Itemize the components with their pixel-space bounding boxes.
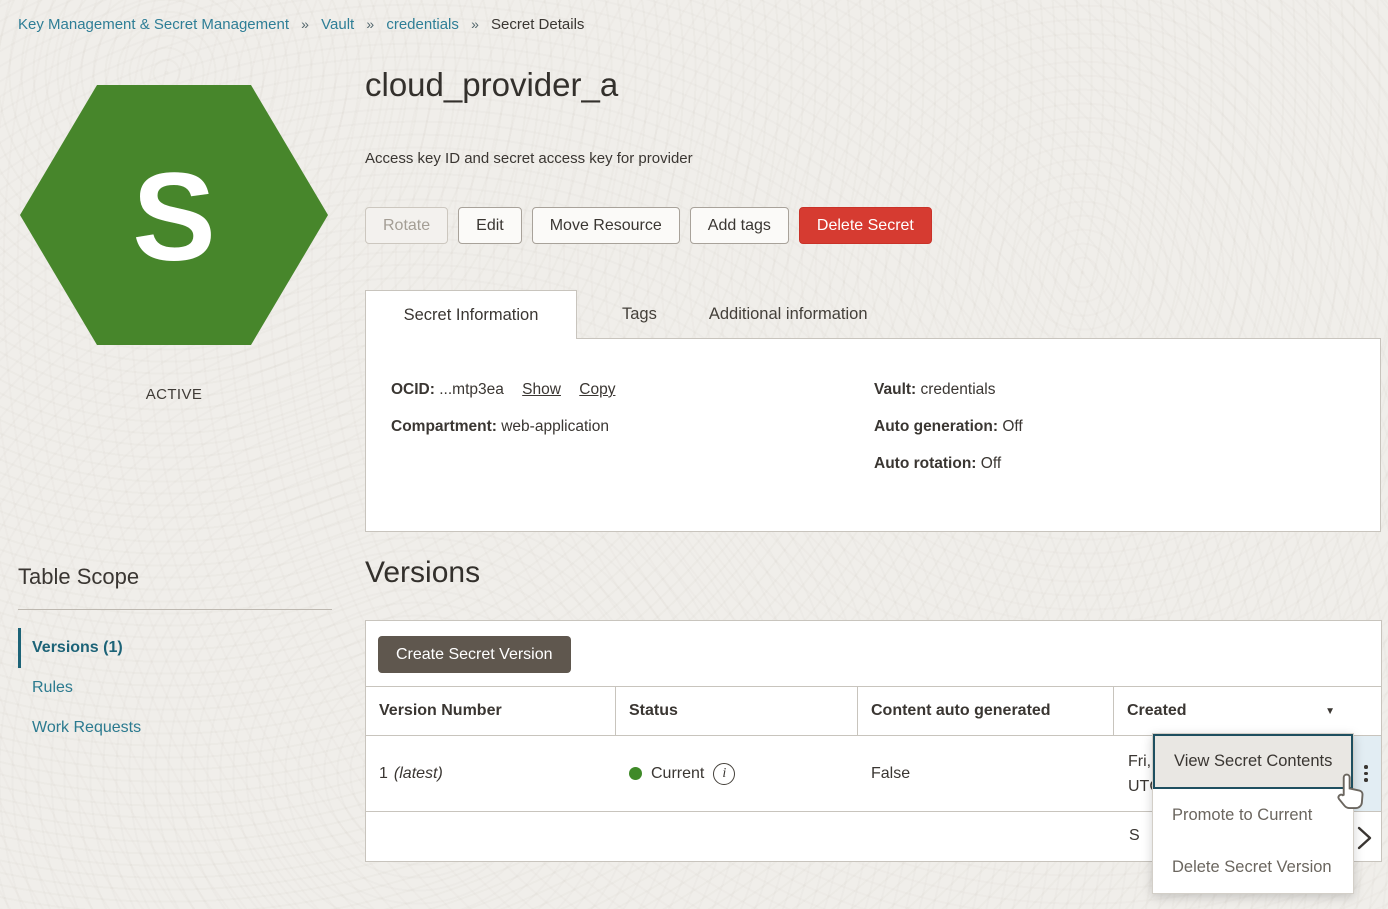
- breadcrumb: Key Management & Secret Management » Vau…: [18, 16, 584, 33]
- current-status-dot-icon: [629, 767, 642, 780]
- page-description: Access key ID and secret access key for …: [365, 150, 693, 167]
- auto-rotation-value: Off: [981, 455, 1001, 472]
- menu-item-promote-to-current[interactable]: Promote to Current: [1153, 789, 1353, 841]
- version-number-cell: 1 (latest): [366, 736, 616, 811]
- created-line-1: Fri,: [1128, 749, 1151, 774]
- compartment-label: Compartment:: [391, 418, 497, 435]
- ocid-label: OCID:: [391, 381, 435, 398]
- auto-rotation-label: Auto rotation:: [874, 455, 976, 472]
- kebab-menu-icon[interactable]: [1351, 736, 1381, 811]
- ocid-value: ...mtp3ea: [439, 381, 504, 398]
- auto-generation-label: Auto generation:: [874, 418, 998, 435]
- breadcrumb-link-key-management[interactable]: Key Management & Secret Management: [18, 16, 289, 33]
- version-number-value: 1: [379, 765, 388, 783]
- breadcrumb-link-vault[interactable]: Vault: [321, 16, 354, 33]
- vault-value: credentials: [921, 381, 996, 398]
- auto-rotation-row: Auto rotation: Off: [874, 453, 1023, 475]
- rotate-button[interactable]: Rotate: [365, 207, 448, 244]
- menu-item-view-secret-contents[interactable]: View Secret Contents: [1153, 734, 1353, 789]
- table-scope-title: Table Scope: [18, 564, 139, 590]
- ocid-copy-link[interactable]: Copy: [579, 381, 615, 398]
- action-button-row: Rotate Edit Move Resource Add tags Delet…: [365, 207, 932, 244]
- breadcrumb-current: Secret Details: [491, 16, 584, 33]
- scope-nav: Versions (1) Rules Work Requests: [18, 628, 318, 748]
- avatar-initial: S: [132, 148, 215, 287]
- edit-button[interactable]: Edit: [458, 207, 522, 244]
- status-value: Current: [651, 765, 704, 783]
- tab-tags[interactable]: Tags: [622, 305, 657, 324]
- compartment-row: Compartment: web-application: [391, 416, 615, 438]
- status-badge: ACTIVE: [20, 386, 328, 403]
- version-latest-suffix: (latest): [394, 765, 443, 783]
- tab-secret-information[interactable]: Secret Information: [365, 290, 577, 339]
- breadcrumb-separator: »: [301, 16, 309, 32]
- breadcrumb-separator: »: [471, 16, 479, 32]
- column-header-status: Status: [616, 687, 858, 735]
- chevron-right-icon[interactable]: [1353, 823, 1375, 858]
- vault-row: Vault: credentials: [874, 379, 1023, 401]
- ocid-show-link[interactable]: Show: [522, 381, 561, 398]
- row-count-summary: S: [1129, 827, 1140, 845]
- create-secret-version-button[interactable]: Create Secret Version: [378, 636, 571, 673]
- info-icon[interactable]: i: [713, 763, 735, 785]
- column-header-created: Created ▼: [1114, 687, 1381, 735]
- breadcrumb-link-credentials[interactable]: credentials: [386, 16, 459, 33]
- column-header-version-number: Version Number: [366, 687, 616, 735]
- move-resource-button[interactable]: Move Resource: [532, 207, 680, 244]
- tab-additional-information[interactable]: Additional information: [709, 305, 868, 324]
- sort-arrow-icon[interactable]: ▼: [1325, 706, 1335, 717]
- table-header-row: Version Number Status Content auto gener…: [366, 686, 1381, 736]
- auto-generation-value: Off: [1002, 418, 1022, 435]
- column-header-content-auto-generated: Content auto generated: [858, 687, 1114, 735]
- breadcrumb-separator: »: [366, 16, 374, 32]
- versions-heading: Versions: [365, 556, 480, 590]
- secret-avatar-hexagon-icon: S: [20, 85, 328, 345]
- add-tags-button[interactable]: Add tags: [690, 207, 789, 244]
- vault-label: Vault:: [874, 381, 916, 398]
- sidebar-item-versions[interactable]: Versions (1): [18, 628, 318, 668]
- delete-secret-button[interactable]: Delete Secret: [799, 207, 932, 244]
- status-cell: Current i: [616, 736, 858, 811]
- sidebar-item-work-requests[interactable]: Work Requests: [18, 708, 318, 748]
- secret-information-panel: OCID: ...mtp3ea Show Copy Compartment: w…: [365, 338, 1381, 532]
- row-context-menu: View Secret Contents Promote to Current …: [1152, 733, 1354, 894]
- auto-generation-row: Auto generation: Off: [874, 416, 1023, 438]
- created-header-label: Created: [1127, 702, 1187, 720]
- compartment-value: web-application: [501, 418, 609, 435]
- tab-bar: Secret Information Tags Additional infor…: [365, 290, 868, 339]
- content-auto-generated-cell: False: [858, 736, 1114, 811]
- page-title: cloud_provider_a: [365, 66, 618, 104]
- scope-divider: [18, 609, 332, 610]
- secret-details-page: Key Management & Secret Management » Vau…: [0, 0, 1388, 909]
- sidebar-item-rules[interactable]: Rules: [18, 668, 318, 708]
- menu-item-delete-secret-version[interactable]: Delete Secret Version: [1153, 841, 1353, 893]
- ocid-row: OCID: ...mtp3ea Show Copy: [391, 379, 615, 401]
